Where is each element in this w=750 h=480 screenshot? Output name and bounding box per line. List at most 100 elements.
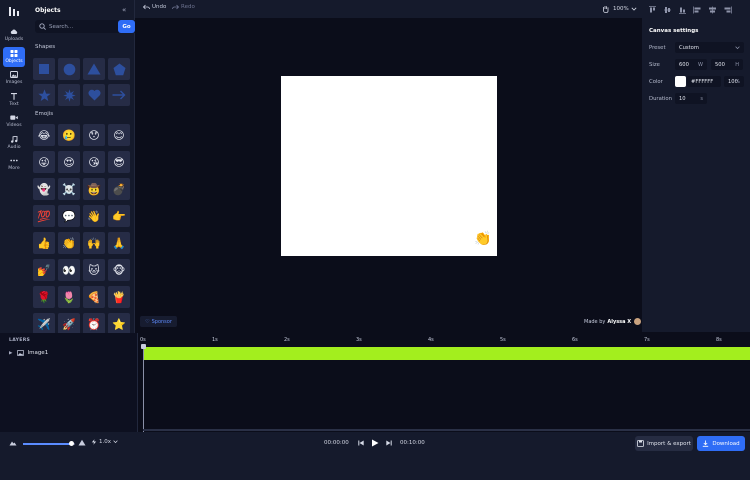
circle-icon [63, 63, 75, 75]
download-button[interactable]: Download [697, 436, 745, 451]
emoji-tile[interactable]: ⭐ [108, 313, 130, 335]
emoji-tile[interactable]: ☠️ [58, 178, 80, 200]
speed-select[interactable]: 1.0x [91, 439, 118, 445]
mountain-large-icon[interactable] [78, 439, 86, 446]
emoji-tile[interactable]: 🐱 [83, 259, 105, 281]
app-logo-icon [9, 7, 19, 16]
expand-caret-icon[interactable]: ▶ [9, 351, 12, 356]
playhead-handle[interactable] [141, 344, 146, 349]
shape-arrow[interactable] [108, 84, 130, 106]
emoji-tile[interactable]: 👀 [58, 259, 80, 281]
speed-value: 1.0x [99, 439, 112, 445]
redo-button[interactable]: Redo [172, 4, 195, 10]
align-top-icon[interactable] [648, 6, 657, 14]
made-by-credit[interactable]: Made by Alyssa X [584, 318, 642, 325]
skip-forward-icon[interactable] [386, 440, 392, 446]
emoji-tile[interactable]: 💅 [33, 259, 55, 281]
design-canvas[interactable]: 👏 [281, 76, 497, 256]
rail-item-uploads[interactable]: Uploads [3, 25, 25, 45]
emoji-tile[interactable]: 🍕 [83, 286, 105, 308]
download-icon [703, 440, 709, 447]
layer-item[interactable]: ▶ Image1 [9, 350, 48, 356]
emoji-tile[interactable]: 👏 [58, 232, 80, 254]
emoji-tile[interactable]: 🙌 [83, 232, 105, 254]
emoji-tile[interactable]: 💣 [108, 178, 130, 200]
emoji-tile[interactable]: 😊 [108, 124, 130, 146]
emoji-tile[interactable]: 😯 [83, 124, 105, 146]
skip-back-icon[interactable] [358, 440, 364, 446]
shape-star[interactable] [33, 84, 55, 106]
timeline: 0s 1s 2s 3s 4s 5s 6s 7s 8s [138, 333, 750, 432]
pentagon-icon [113, 63, 125, 75]
emoji-tile[interactable]: 👉 [108, 205, 130, 227]
rail-item-text[interactable]: Text [3, 90, 25, 110]
timeline-tick-label: 0s [140, 337, 146, 343]
timeline-scrollbar[interactable] [143, 429, 750, 431]
shape-pentagon[interactable] [108, 58, 130, 80]
align-center-icon[interactable] [708, 6, 717, 14]
align-left-icon[interactable] [693, 6, 702, 14]
timeline-track-image1[interactable] [143, 347, 750, 360]
emoji-tile[interactable]: 👍 [33, 232, 55, 254]
shape-triangle[interactable] [83, 58, 105, 80]
zoom-slider-handle[interactable] [69, 441, 74, 446]
play-icon[interactable] [371, 439, 379, 447]
emoji-tile[interactable]: 👋 [83, 205, 105, 227]
height-field[interactable]: 500 H [711, 59, 743, 70]
emoji-tile[interactable]: 🥲 [58, 124, 80, 146]
mountain-small-icon[interactable] [9, 440, 17, 446]
rail-item-objects[interactable]: Objects [3, 47, 25, 67]
color-hex-field[interactable]: #FFFFFF [687, 76, 721, 87]
hand-tool-icon[interactable] [602, 5, 609, 13]
emoji-tile[interactable]: 😎 [108, 151, 130, 173]
emoji-tile[interactable]: 🙏 [108, 232, 130, 254]
emoji-tile[interactable]: 💬 [58, 205, 80, 227]
collapse-panel-icon[interactable]: « [122, 6, 126, 14]
rail-item-videos[interactable]: Videos [3, 111, 25, 131]
zoom-select[interactable]: 100% [613, 3, 637, 14]
align-right-icon[interactable] [723, 6, 732, 14]
emoji-tile[interactable]: 😍 [58, 151, 80, 173]
shape-square[interactable] [33, 58, 55, 80]
rail-item-images[interactable]: Images [3, 68, 25, 88]
shape-heart[interactable] [83, 84, 105, 106]
preset-label: Preset [649, 45, 666, 51]
color-swatch[interactable] [675, 76, 686, 87]
align-middle-icon[interactable] [663, 6, 672, 14]
emoji-tile[interactable]: 💯 [33, 205, 55, 227]
search-input[interactable] [49, 21, 115, 32]
rail-item-more[interactable]: More [3, 154, 25, 174]
playhead[interactable] [143, 344, 144, 432]
emoji-tile[interactable]: 🍟 [108, 286, 130, 308]
color-label: Color [649, 79, 663, 85]
emoji-tile[interactable]: ⏰ [83, 313, 105, 335]
duration-field[interactable]: 10 s [675, 93, 707, 104]
sponsor-button[interactable]: ♡ Sponsor [140, 316, 177, 327]
emoji-tile[interactable]: 🤠 [83, 178, 105, 200]
undo-button[interactable]: Undo [143, 4, 166, 10]
emoji-tile[interactable]: 😜 [33, 151, 55, 173]
search-bar: Go [35, 20, 137, 33]
duration-unit: s [700, 95, 703, 102]
emoji-tile[interactable]: 👻 [33, 178, 55, 200]
go-button[interactable]: Go [118, 20, 135, 33]
canvas-settings-title: Canvas settings [649, 28, 699, 34]
emoji-tile[interactable]: 🐵 [108, 259, 130, 281]
emoji-tile[interactable]: ✈️ [33, 313, 55, 335]
shape-circle[interactable] [58, 58, 80, 80]
top-toolbar: Undo Redo 100% [135, 0, 642, 18]
emoji-tile[interactable]: 😂 [33, 124, 55, 146]
emoji-tile[interactable]: 🚀 [58, 313, 80, 335]
width-field[interactable]: 600 W [675, 59, 707, 70]
emoji-tile[interactable]: 🌹 [33, 286, 55, 308]
preset-select[interactable]: Custom [675, 42, 744, 53]
canvas-emoji-image[interactable]: 👏 [474, 231, 491, 247]
shape-burst[interactable] [58, 84, 80, 106]
emoji-tile[interactable]: 🌷 [58, 286, 80, 308]
square-icon [39, 64, 49, 74]
align-bottom-icon[interactable] [678, 6, 687, 14]
import-export-button[interactable]: Import & export [635, 436, 693, 451]
opacity-field[interactable]: 100 % [724, 76, 744, 87]
rail-item-audio[interactable]: Audio [3, 133, 25, 153]
emoji-tile[interactable]: 😘 [83, 151, 105, 173]
